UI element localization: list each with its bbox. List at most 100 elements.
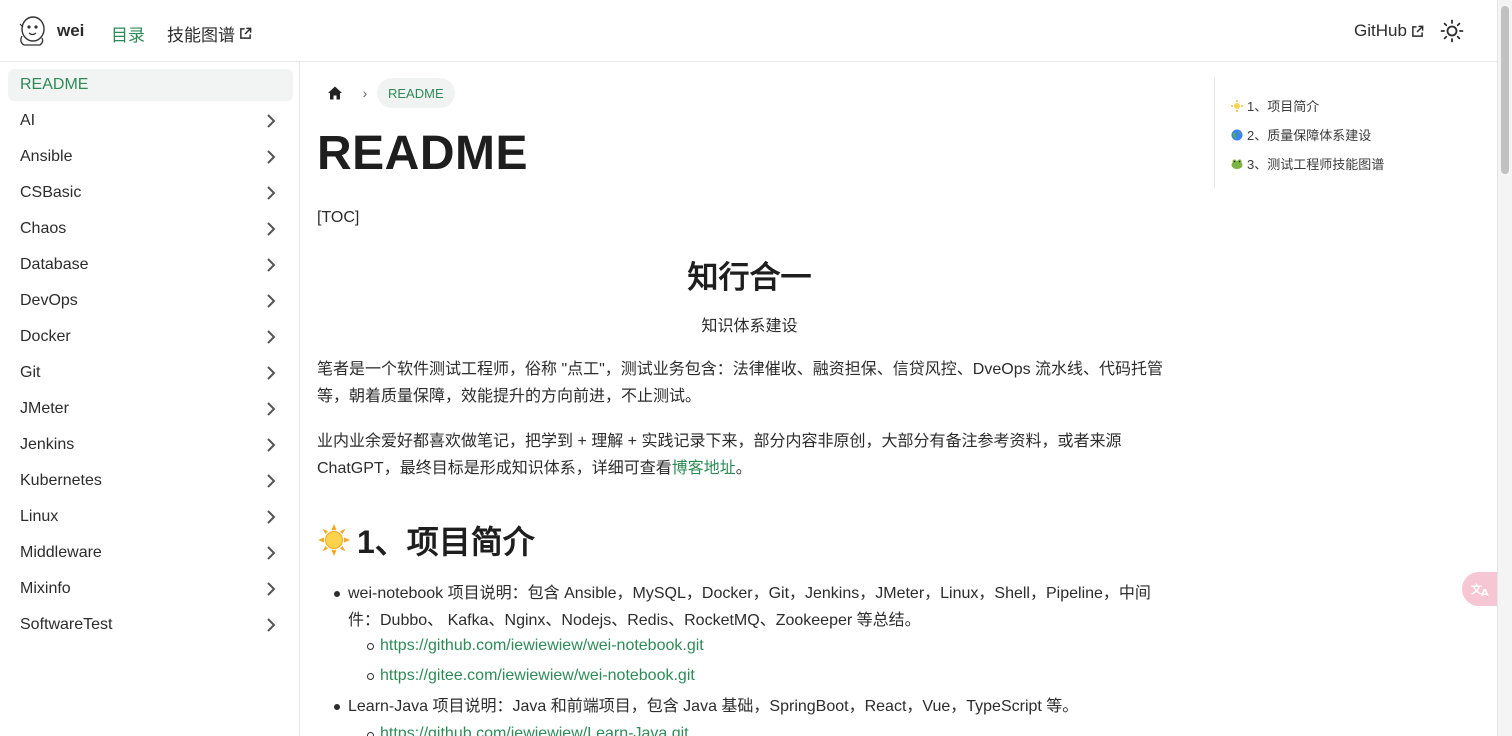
sidebar-item-label: Docker	[20, 328, 71, 345]
sidebar-item-mixinfo[interactable]: Mixinfo	[8, 573, 293, 605]
circle-bullet-icon	[367, 643, 374, 650]
sidebar-item-label: Kubernetes	[20, 472, 102, 489]
bullet-icon	[334, 591, 340, 597]
github-wei-notebook-link[interactable]: https://github.com/iewiewiew/wei-noteboo…	[380, 637, 704, 655]
blog-link[interactable]: 博客地址	[672, 460, 736, 477]
bullet-icon	[334, 704, 340, 710]
breadcrumb-separator-icon: ›	[362, 85, 368, 101]
toc-item-project-intro[interactable]: 1、项目简介	[1231, 96, 1319, 115]
motto-subtitle: 知识体系建设	[701, 318, 798, 335]
sidebar-item-label: AI	[20, 112, 36, 129]
globe-emoji-icon	[1231, 129, 1243, 140]
chevron-right-icon	[267, 438, 276, 452]
breadcrumb-current[interactable]: README	[377, 78, 455, 108]
sidebar-item-label: Mixinfo	[20, 580, 71, 597]
sidebar-item-database[interactable]: Database	[8, 249, 293, 281]
sidebar-item-label: JMeter	[20, 400, 69, 417]
gitee-wei-notebook-link[interactable]: https://gitee.com/iewiewiew/wei-notebook…	[380, 667, 695, 685]
chevron-right-icon	[267, 222, 276, 236]
nav-link-catalog[interactable]: 目录	[111, 21, 145, 46]
chevron-right-icon	[267, 330, 276, 344]
site-name[interactable]: wei	[57, 21, 84, 41]
notes-paragraph-suffix: 。	[735, 460, 752, 477]
sidebar-item-chaos[interactable]: Chaos	[8, 213, 293, 245]
chevron-right-icon	[267, 402, 276, 416]
sidebar-item-label: Jenkins	[20, 436, 75, 453]
intro-paragraph: 笔者是一个软件测试工程师，俗称 "点工"，测试业务包含：法律催收、融资担保、信贷…	[317, 361, 1164, 405]
list-item-wei-notebook: wei-notebook 项目说明：包含 Ansible，MySQL，Docke…	[348, 585, 1151, 629]
external-link-icon	[240, 27, 252, 39]
sidebar: README AI Ansible CSBasic Chaos Database…	[0, 62, 300, 736]
sidebar-item-label: CSBasic	[20, 184, 82, 201]
translate-icon[interactable]: 文 A	[1462, 572, 1500, 606]
breadcrumb: › README	[317, 78, 455, 108]
frog-emoji-icon	[1231, 159, 1243, 169]
chevron-right-icon	[267, 258, 276, 272]
sidebar-item-label: README	[20, 76, 89, 93]
logo-icon[interactable]	[16, 14, 48, 48]
motto-heading: 知行合一	[687, 260, 812, 295]
github-link[interactable]: GitHub	[1354, 21, 1424, 41]
sun-emoji-icon	[1231, 99, 1243, 112]
external-link-icon	[1412, 25, 1424, 37]
github-link-label: GitHub	[1354, 21, 1407, 40]
circle-bullet-icon	[367, 732, 374, 736]
home-icon[interactable]	[317, 78, 353, 108]
sidebar-item-docker[interactable]: Docker	[8, 321, 293, 353]
sidebar-item-csbasic[interactable]: CSBasic	[8, 177, 293, 209]
toc-item-label: 1、项目简介	[1247, 99, 1320, 114]
chevron-right-icon	[267, 114, 276, 128]
sidebar-item-label: Middleware	[20, 544, 102, 561]
top-navbar: wei 目录 技能图谱 GitHub	[0, 0, 1497, 62]
sidebar-item-kubernetes[interactable]: Kubernetes	[8, 465, 293, 497]
toc-item-label: 3、测试工程师技能图谱	[1247, 157, 1385, 172]
sidebar-item-softwaretest[interactable]: SoftwareTest	[8, 609, 293, 641]
sidebar-item-label: Database	[20, 256, 89, 273]
chevron-right-icon	[267, 474, 276, 488]
page-toc: 1、项目简介 2、质量保障体系建设 3、测试工程师技能图谱	[1214, 78, 1414, 188]
sidebar-item-label: Git	[20, 364, 41, 381]
sidebar-item-devops[interactable]: DevOps	[8, 285, 293, 317]
chevron-right-icon	[267, 546, 276, 560]
chevron-right-icon	[267, 510, 276, 524]
sidebar-item-middleware[interactable]: Middleware	[8, 537, 293, 569]
chevron-right-icon	[267, 582, 276, 596]
page-title: README	[317, 127, 529, 180]
nav-link-skill-map[interactable]: 技能图谱	[167, 21, 252, 46]
nav-link-catalog-label: 目录	[111, 26, 145, 45]
scrollbar-thumb[interactable]	[1501, 6, 1509, 174]
sidebar-item-label: Linux	[20, 508, 59, 525]
sidebar-item-ai[interactable]: AI	[8, 105, 293, 137]
list-item-learn-java: Learn-Java 项目说明：Java 和前端项目，包含 Java 基础，Sp…	[348, 698, 1079, 715]
sidebar-item-label: Chaos	[20, 220, 67, 237]
page-scrollbar[interactable]	[1497, 0, 1512, 736]
chevron-right-icon	[267, 186, 276, 200]
sidebar-item-jenkins[interactable]: Jenkins	[8, 429, 293, 461]
sidebar-item-readme[interactable]: README	[8, 69, 293, 101]
sidebar-item-jmeter[interactable]: JMeter	[8, 393, 293, 425]
toc-marker: [TOC]	[317, 209, 360, 226]
notes-paragraph: 业内业余爱好都喜欢做笔记，把学到 + 理解 + 实践记录下来，部分内容非原创，大…	[317, 428, 1177, 482]
chevron-right-icon	[267, 618, 276, 632]
sidebar-item-label: Ansible	[20, 148, 73, 165]
toc-item-label: 2、质量保障体系建设	[1247, 128, 1372, 143]
sun-theme-toggle-icon[interactable]	[1440, 19, 1464, 43]
sidebar-item-ansible[interactable]: Ansible	[8, 141, 293, 173]
sun-emoji-icon	[318, 524, 350, 556]
sidebar-item-label: DevOps	[20, 292, 78, 309]
section-heading-label: 1、项目简介	[357, 524, 535, 560]
chevron-right-icon	[267, 294, 276, 308]
toc-item-skills[interactable]: 3、测试工程师技能图谱	[1231, 154, 1384, 173]
section-heading-project-intro: 1、项目简介	[317, 517, 535, 563]
circle-bullet-icon	[367, 673, 374, 680]
github-learn-java-link[interactable]: https://github.com/iewiewiew/Learn-Java.…	[380, 725, 689, 736]
sidebar-item-label: SoftwareTest	[20, 616, 113, 633]
chevron-right-icon	[267, 366, 276, 380]
svg-text:A: A	[1481, 588, 1489, 598]
main-content: › README README [TOC] 知行合一 知识体系建设 笔者是一个软…	[301, 62, 1196, 736]
toc-item-quality[interactable]: 2、质量保障体系建设	[1231, 125, 1371, 144]
chevron-right-icon	[267, 150, 276, 164]
nav-link-skill-map-label: 技能图谱	[167, 26, 235, 45]
sidebar-item-git[interactable]: Git	[8, 357, 293, 389]
sidebar-item-linux[interactable]: Linux	[8, 501, 293, 533]
